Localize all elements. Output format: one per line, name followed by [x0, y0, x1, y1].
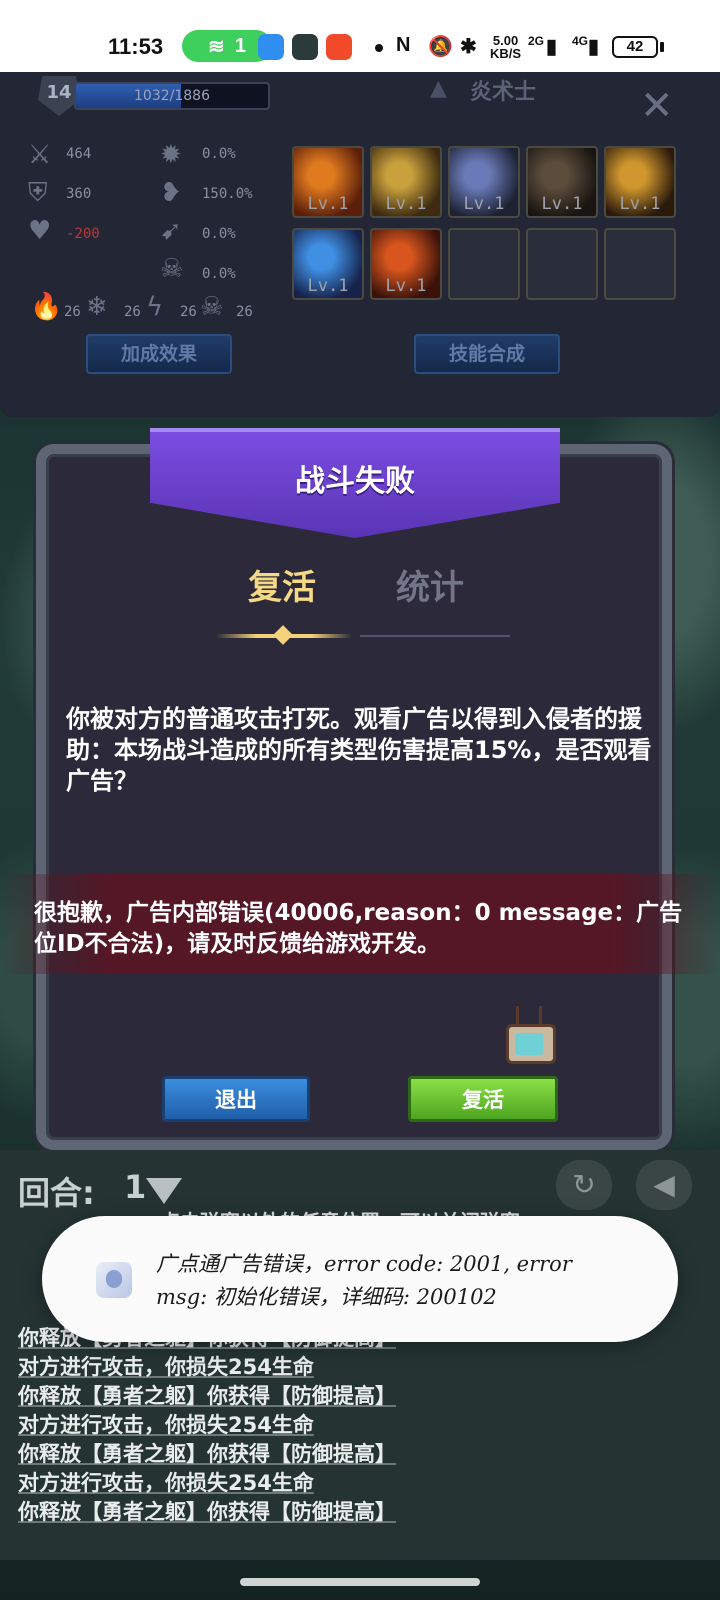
xp-bar: 1032/1886 [74, 82, 270, 110]
battery-icon: 42 [612, 36, 658, 58]
round-value: 1 [124, 1168, 147, 1206]
shield-icon: ⛨ [28, 178, 48, 208]
exit-button[interactable]: 退出 [162, 1076, 310, 1122]
skull-icon: ☠ [160, 254, 184, 284]
wizard-hat-icon: ▲ [430, 76, 447, 101]
stat-ice-res: 26 [124, 304, 141, 320]
stat-attack: 464 [66, 146, 92, 162]
battery-cap [660, 42, 664, 52]
stat-crit-damage: 150.0% [202, 186, 253, 202]
signal-bars-icon: ▮ [546, 36, 558, 58]
skill-slot[interactable]: Lv.1 [370, 228, 442, 300]
tv-ad-icon [506, 1024, 556, 1064]
defeat-dialog [36, 444, 672, 1150]
skill-level: Lv.1 [619, 194, 661, 214]
skill-level: Lv.1 [385, 194, 427, 214]
skill-level: Lv.1 [307, 276, 349, 296]
status-time: 11:53 [108, 34, 164, 59]
fire-icon: 🔥 [30, 292, 63, 322]
signal-bars-icon: ▮ [588, 36, 600, 58]
skill-slot[interactable]: Lv.1 [370, 146, 442, 218]
skill-slot[interactable] [448, 228, 520, 300]
lightning-icon: ϟ [146, 292, 164, 322]
skill-slot[interactable] [604, 228, 676, 300]
app-avatar [96, 1262, 132, 1298]
sound-icon[interactable]: ◀ [636, 1160, 692, 1210]
log-line: 你释放【勇者之躯】你获得【防御提高】 [18, 1500, 396, 1524]
wifi-icon: ≋ [208, 35, 225, 58]
heart-icon: ♥ [28, 216, 52, 246]
skill-level: Lv.1 [385, 276, 427, 296]
skill-slot[interactable]: Lv.1 [292, 146, 364, 218]
broken-heart-icon: ❥ [160, 178, 182, 208]
signal-4g: 4G [572, 34, 589, 48]
more-notifications-dot [375, 44, 383, 52]
skill-slot[interactable]: Lv.1 [526, 146, 598, 218]
round-label: 回合: [18, 1174, 95, 1212]
log-line: 对方进行攻击，你损失254生命 [18, 1471, 314, 1495]
status-bar: 11:53 ≋ 1 N 🔕 ✱ 5.00 KB/S 2G ▮ 4G ▮ 42 [0, 0, 720, 72]
tv-antenna [516, 1006, 542, 1026]
close-icon[interactable]: ✕ [640, 86, 674, 126]
boot-icon: ➹ [160, 216, 182, 246]
skill-level: Lv.1 [307, 194, 349, 214]
mute-icon: 🔕 [428, 36, 453, 58]
skill-slot[interactable] [526, 228, 598, 300]
revive-button[interactable]: 复活 [408, 1076, 558, 1122]
tab-divider [360, 635, 510, 637]
skill-slot[interactable]: Lv.1 [604, 146, 676, 218]
skill-synthesis-button[interactable]: 技能合成 [414, 334, 560, 374]
snowflake-icon: ❄ [86, 292, 108, 322]
stat-4: 0.0% [202, 266, 236, 282]
network-speed: 5.00 KB/S [490, 33, 522, 61]
stat-fire-res: 26 [64, 304, 81, 320]
crit-burst-icon: ✹ [160, 140, 182, 170]
stat-crit-rate: 0.0% [202, 146, 236, 162]
app-notification-icon [258, 34, 284, 60]
tab-statistics[interactable]: 统计 [396, 560, 464, 609]
dialog-title: 战斗失败 [295, 464, 415, 499]
stat-defense: 360 [66, 186, 92, 202]
round-dropdown-icon[interactable] [146, 1178, 182, 1204]
ad-error-text: 很抱歉，广告内部错误(40006,reason：0 message：广告位ID不… [34, 900, 683, 957]
home-gesture-bar[interactable] [240, 1578, 480, 1586]
toast-message: 广点通广告错误，error code: 2001, error msg: 初始化… [156, 1252, 572, 1309]
skill-slot[interactable]: Lv.1 [292, 228, 364, 300]
sword-icon: ⚔ [28, 140, 52, 170]
log-line: 你释放【勇者之躯】你获得【防御提高】 [18, 1442, 396, 1466]
replay-icon[interactable]: ↻ [556, 1160, 612, 1210]
stat-hp: -200 [66, 226, 100, 242]
skill-slot[interactable]: Lv.1 [448, 146, 520, 218]
stat-lightning-res: 26 [180, 304, 197, 320]
tab-revive[interactable]: 复活 [248, 560, 316, 609]
defeat-message: 你被对方的普通攻击打死。观看广告以得到入侵者的援助：本场战斗造成的所有类型伤害提… [66, 705, 652, 795]
hotspot-count: 1 [234, 34, 246, 57]
app-notification-icon [292, 34, 318, 60]
poison-skull-icon: ☠ [200, 292, 224, 322]
nfc-icon: N [396, 34, 411, 56]
skill-level: Lv.1 [541, 194, 583, 214]
app-notification-icon [326, 34, 352, 60]
log-line: 你释放【勇者之躯】你获得【防御提高】 [18, 1384, 396, 1408]
xp-text: 1032/1886 [134, 88, 210, 104]
stat-3: 0.0% [202, 226, 236, 242]
bonus-effect-button[interactable]: 加成效果 [86, 334, 232, 374]
log-line: 对方进行攻击，你损失254生命 [18, 1413, 314, 1437]
class-name: 炎术士 [470, 80, 537, 105]
signal-2g: 2G [528, 34, 545, 48]
stat-poison-res: 26 [236, 304, 253, 320]
log-line: 对方进行攻击，你损失254生命 [18, 1355, 314, 1379]
bluetooth-icon: ✱ [460, 36, 477, 58]
skill-level: Lv.1 [463, 194, 505, 214]
